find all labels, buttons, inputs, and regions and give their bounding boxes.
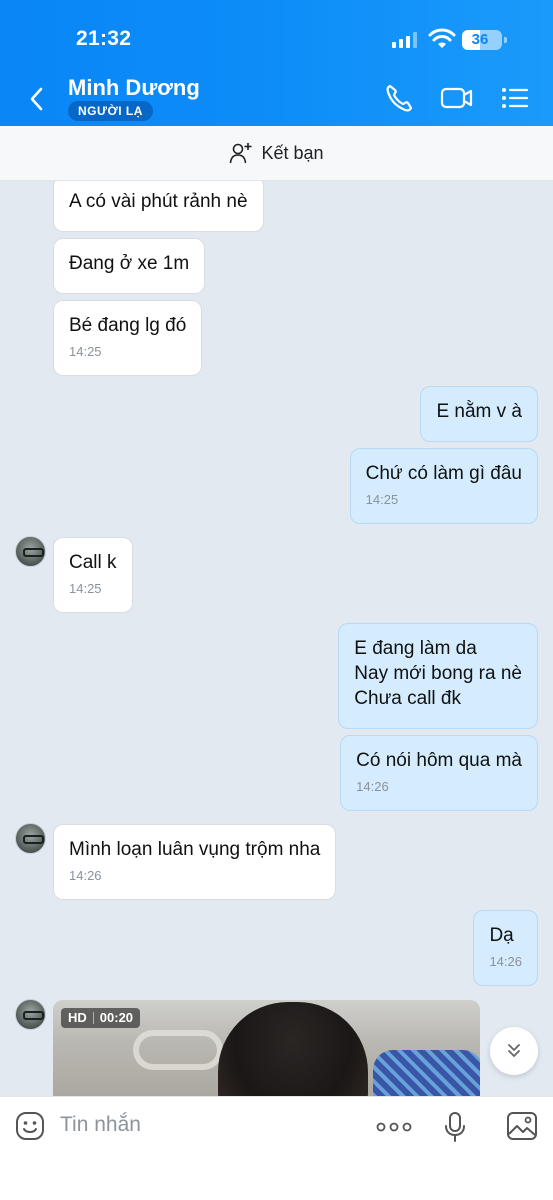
back-icon[interactable] xyxy=(24,82,50,116)
message-text: E nằm v à xyxy=(436,401,522,422)
message-text: Dạ xyxy=(489,925,514,946)
message-bubble[interactable]: E nằm v à xyxy=(420,386,538,442)
message-bubble[interactable]: A có vài phút rảnh nè xyxy=(53,181,264,232)
contact-name[interactable]: Minh Dương xyxy=(68,75,200,101)
message-time: 14:26 xyxy=(356,779,389,794)
video-call-icon[interactable] xyxy=(440,82,474,114)
menu-list-icon[interactable] xyxy=(500,82,530,114)
more-icon[interactable] xyxy=(376,1117,412,1137)
wifi-icon xyxy=(428,28,456,48)
message-time: 14:25 xyxy=(69,581,102,596)
message-text: Chứ có làm gì đâu xyxy=(365,463,522,484)
chevron-double-down-icon xyxy=(508,1044,520,1057)
message-time: 14:26 xyxy=(69,868,102,883)
add-friend-button[interactable]: Kết bạn xyxy=(0,126,553,181)
battery-level: 36 xyxy=(471,31,489,48)
add-friend-label: Kết bạn xyxy=(261,142,324,163)
message-input-bar: Tin nhắn xyxy=(0,1096,553,1200)
message-bubble[interactable]: Call k 14:25 xyxy=(53,537,133,613)
message-bubble[interactable]: Dạ 14:26 xyxy=(473,910,538,986)
message-bubble[interactable]: E đang làm da Nay mới bong ra nè Chưa ca… xyxy=(338,623,538,729)
chat-header: 21:32 36 Minh Dương NGƯỜI LẠ xyxy=(0,0,553,126)
message-bubble[interactable]: Bé đang lg đó 14:25 xyxy=(53,300,203,376)
message-text: Có nói hôm qua mà xyxy=(356,750,522,771)
stranger-badge: NGƯỜI LẠ xyxy=(68,101,153,121)
cellular-signal-icon xyxy=(392,32,417,48)
message-time: 14:26 xyxy=(489,954,522,969)
message-text: E đang làm da xyxy=(354,638,477,659)
message-time: 14:25 xyxy=(69,344,102,359)
message-bubble[interactable]: Mình loạn luân vụng trộm nha 14:26 xyxy=(53,824,337,900)
video-duration: 00:20 xyxy=(99,1010,134,1025)
emoji-icon[interactable] xyxy=(15,1111,45,1141)
avatar[interactable] xyxy=(15,823,46,854)
message-bubble[interactable]: Chứ có làm gì đâu 14:25 xyxy=(349,448,538,524)
message-list[interactable]: A có vài phút rảnh nè Đang ở xe 1m Bé đa… xyxy=(0,181,553,1096)
video-quality: HD xyxy=(68,1010,87,1025)
microphone-icon[interactable] xyxy=(443,1111,467,1143)
video-info-badge: HD 00:20 xyxy=(61,1008,141,1028)
battery-icon: 36 xyxy=(462,30,507,50)
message-text: Chưa call đk xyxy=(354,688,461,709)
message-text: Call k xyxy=(69,552,117,573)
video-message[interactable]: HD 00:20 xyxy=(53,1000,480,1096)
message-time: 14:25 xyxy=(365,492,399,507)
phone-icon[interactable] xyxy=(384,82,414,114)
message-text: Mình loạn luân vụng trộm nha xyxy=(69,839,321,860)
message-text: A có vài phút rảnh nè xyxy=(69,191,248,212)
add-friend-icon xyxy=(230,143,252,164)
avatar[interactable] xyxy=(15,536,46,567)
message-text: Đang ở xe 1m xyxy=(69,253,190,274)
message-text: Nay mới bong ra nè xyxy=(354,663,522,684)
status-time: 21:32 xyxy=(76,27,132,50)
message-bubble[interactable]: Đang ở xe 1m xyxy=(53,238,206,294)
avatar[interactable] xyxy=(15,999,46,1030)
message-input[interactable]: Tin nhắn xyxy=(60,1113,141,1137)
image-icon[interactable] xyxy=(506,1111,538,1141)
scroll-to-bottom-button[interactable] xyxy=(490,1027,538,1075)
message-bubble[interactable]: Có nói hôm qua mà 14:26 xyxy=(340,735,538,811)
message-text: Bé đang lg đó xyxy=(69,315,187,336)
